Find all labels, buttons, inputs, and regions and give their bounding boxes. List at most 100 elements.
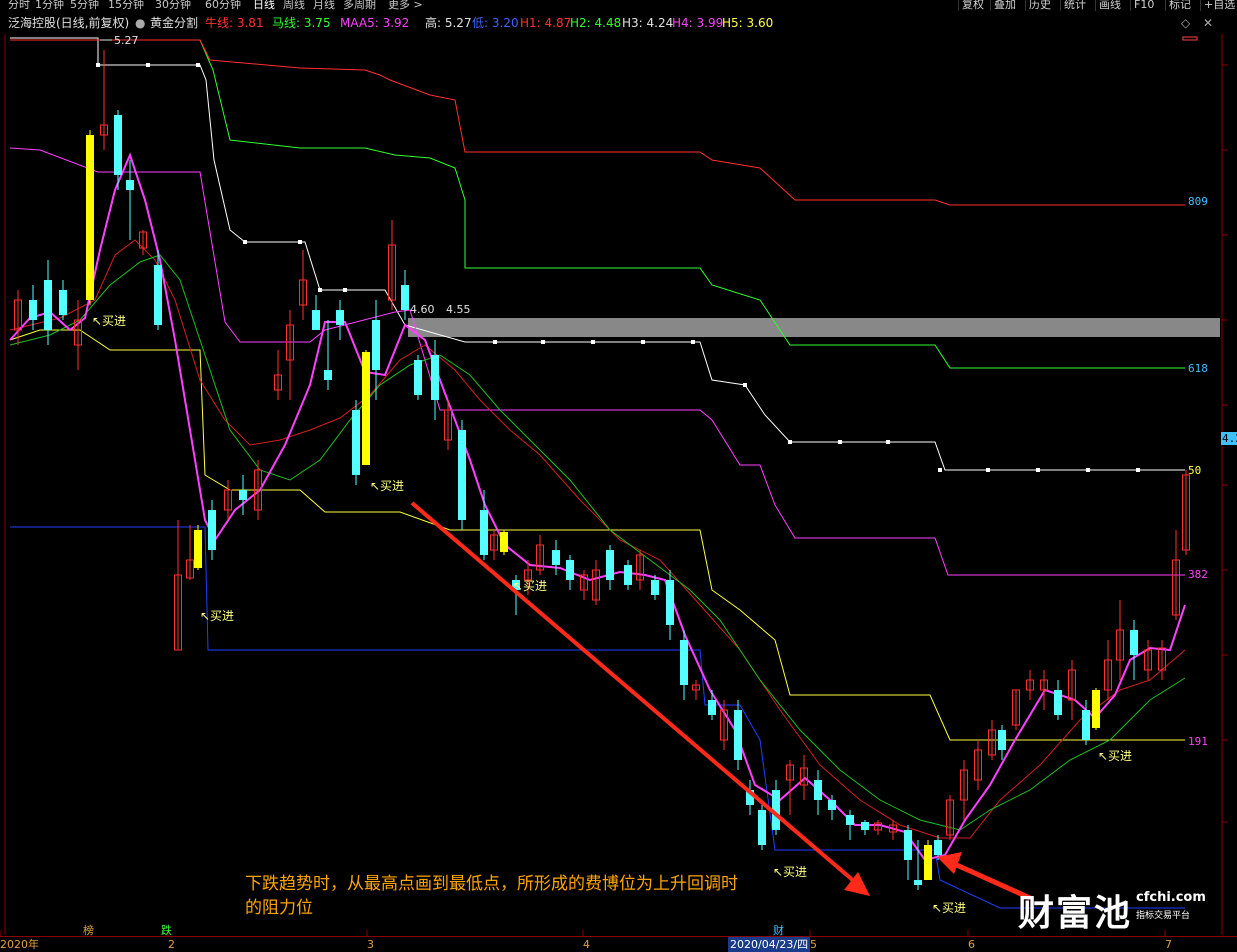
candle-body-44	[624, 565, 632, 585]
h3-dot-0	[96, 63, 100, 67]
buy-signal-2: ↖买进	[200, 609, 234, 623]
candle-body-46	[651, 580, 659, 595]
date-label-apr: 4	[583, 938, 590, 951]
fib-label-50: 50	[1188, 464, 1202, 477]
candle-body-2	[44, 280, 52, 330]
h3-dot-16	[938, 468, 942, 472]
date-label-feb: 2	[168, 938, 175, 951]
date-label-mar: 3	[367, 938, 374, 951]
h3-dot-7	[493, 340, 497, 344]
candle-body-66	[924, 845, 932, 880]
candle-body-78	[1082, 710, 1090, 740]
candle-body-13	[194, 530, 202, 568]
candle-body-10	[154, 265, 162, 325]
h3-dot-9	[591, 340, 595, 344]
candle-body-35	[500, 532, 508, 552]
buy-signal-0: ↖买进	[92, 314, 126, 328]
annotation-line-2: 的阻力位	[245, 898, 313, 918]
candle-body-79	[1092, 690, 1100, 728]
h3-dot-10	[641, 340, 645, 344]
candle-body-14	[208, 510, 216, 550]
h3-dot-15	[886, 440, 890, 444]
h3-dot-17	[986, 468, 990, 472]
candle-body-82	[1130, 630, 1138, 655]
candle-body-24	[352, 410, 360, 475]
candle-body-30	[431, 355, 439, 400]
h3-dot-5	[318, 288, 322, 292]
event-marker-cai[interactable]: 财	[773, 922, 784, 938]
h3-dot-3	[243, 240, 247, 244]
annotation-text: 下跌趋势时，从最高点画到最低点，所形成的费博位为上升回调时 的阻力位	[245, 872, 865, 920]
cursor-date: 2020/04/23/四	[728, 937, 811, 952]
fib-label-382: 382	[1188, 568, 1208, 581]
event-marker-die[interactable]: 跌	[161, 922, 172, 938]
candle-body-7	[114, 115, 122, 175]
candle-body-60	[846, 815, 854, 825]
fib-label-618: 618	[1188, 362, 1208, 375]
level-label-a: 4.60	[410, 303, 435, 316]
date-axis: 2020年 2 3 4 2020/04/23/四 5 6 7	[0, 936, 1237, 952]
logo-tagline: 指标交易平台	[1136, 911, 1191, 921]
date-label-jul: 7	[1165, 938, 1172, 951]
fib-line-h4	[9, 147, 1185, 576]
event-marker-bang[interactable]: 榜	[83, 922, 94, 938]
candle-body-33	[480, 510, 488, 555]
candle-body-39	[552, 550, 560, 565]
buy-signal-3: ↖买进	[513, 579, 547, 593]
candle-body-61	[861, 822, 869, 830]
candle-body-48	[680, 640, 688, 685]
ma-maxian-line	[9, 254, 1186, 831]
resistance-band	[408, 318, 1220, 337]
logo-name: 财富池	[1018, 893, 1133, 934]
ma-maa5-line	[9, 152, 1186, 862]
candle-body-21	[312, 310, 320, 330]
candle-body-40	[566, 560, 574, 580]
candle-body-25	[362, 352, 370, 465]
candle-body-64	[904, 830, 912, 860]
h3-dot-1	[146, 63, 150, 67]
candle-body-28	[401, 285, 409, 310]
watermark-logo: 财富池 cfchi.com 指标交易平台	[1018, 884, 1206, 936]
buy-signal-5: ↖买进	[1098, 749, 1132, 763]
candle-body-47	[666, 580, 674, 625]
high-price-label: 5.27	[114, 34, 139, 47]
h3-dot-18	[1036, 468, 1040, 472]
buy-signal-6: ↖买进	[932, 901, 966, 915]
candle-body-65	[914, 880, 922, 885]
candle-body-76	[1054, 690, 1062, 715]
logo-url: cfchi.com	[1136, 890, 1206, 905]
fib-line-low	[10, 526, 1185, 909]
date-label-2020: 2020年	[0, 938, 39, 951]
candle-body-5	[86, 135, 94, 300]
annotation-line-1: 下跌趋势时，从最高点画到最低点，所形成的费博位为上升回调时	[245, 874, 738, 894]
candle-body-59	[828, 800, 836, 810]
candle-body-29	[414, 360, 422, 395]
candle-body-3	[59, 290, 67, 315]
current-price-tag: 4.2	[1221, 432, 1237, 445]
buy-signal-1: ↖买进	[370, 479, 404, 493]
candle-body-54	[758, 810, 766, 845]
h3-dot-4	[298, 240, 302, 244]
level-label-b: 4.55	[446, 303, 471, 316]
candle-body-50	[708, 700, 716, 715]
h3-dot-8	[541, 340, 545, 344]
candle-body-8	[126, 180, 134, 190]
candle-body-1	[29, 300, 37, 320]
candlestick-chart[interactable]: 5.274.60 4.55↖买进↖买进↖买进↖买进↖买进↖买进↖买进	[0, 0, 1237, 951]
candle-body-26	[372, 320, 380, 370]
h3-dot-11	[691, 340, 695, 344]
candle-body-23	[336, 310, 344, 325]
candle-body-52	[734, 710, 742, 760]
h3-dot-12	[743, 383, 747, 387]
fib-label-191: 191	[1188, 735, 1208, 748]
h3-dot-20	[1136, 468, 1140, 472]
h3-dot-19	[1086, 468, 1090, 472]
h3-dot-6	[343, 288, 347, 292]
h3-dot-2	[196, 63, 200, 67]
h3-dot-14	[838, 440, 842, 444]
candle-body-72	[998, 730, 1006, 750]
top-right-marker	[1182, 36, 1198, 41]
candle-body-22	[324, 370, 332, 380]
date-label-jun: 6	[968, 938, 975, 951]
candle-body-58	[814, 780, 822, 800]
